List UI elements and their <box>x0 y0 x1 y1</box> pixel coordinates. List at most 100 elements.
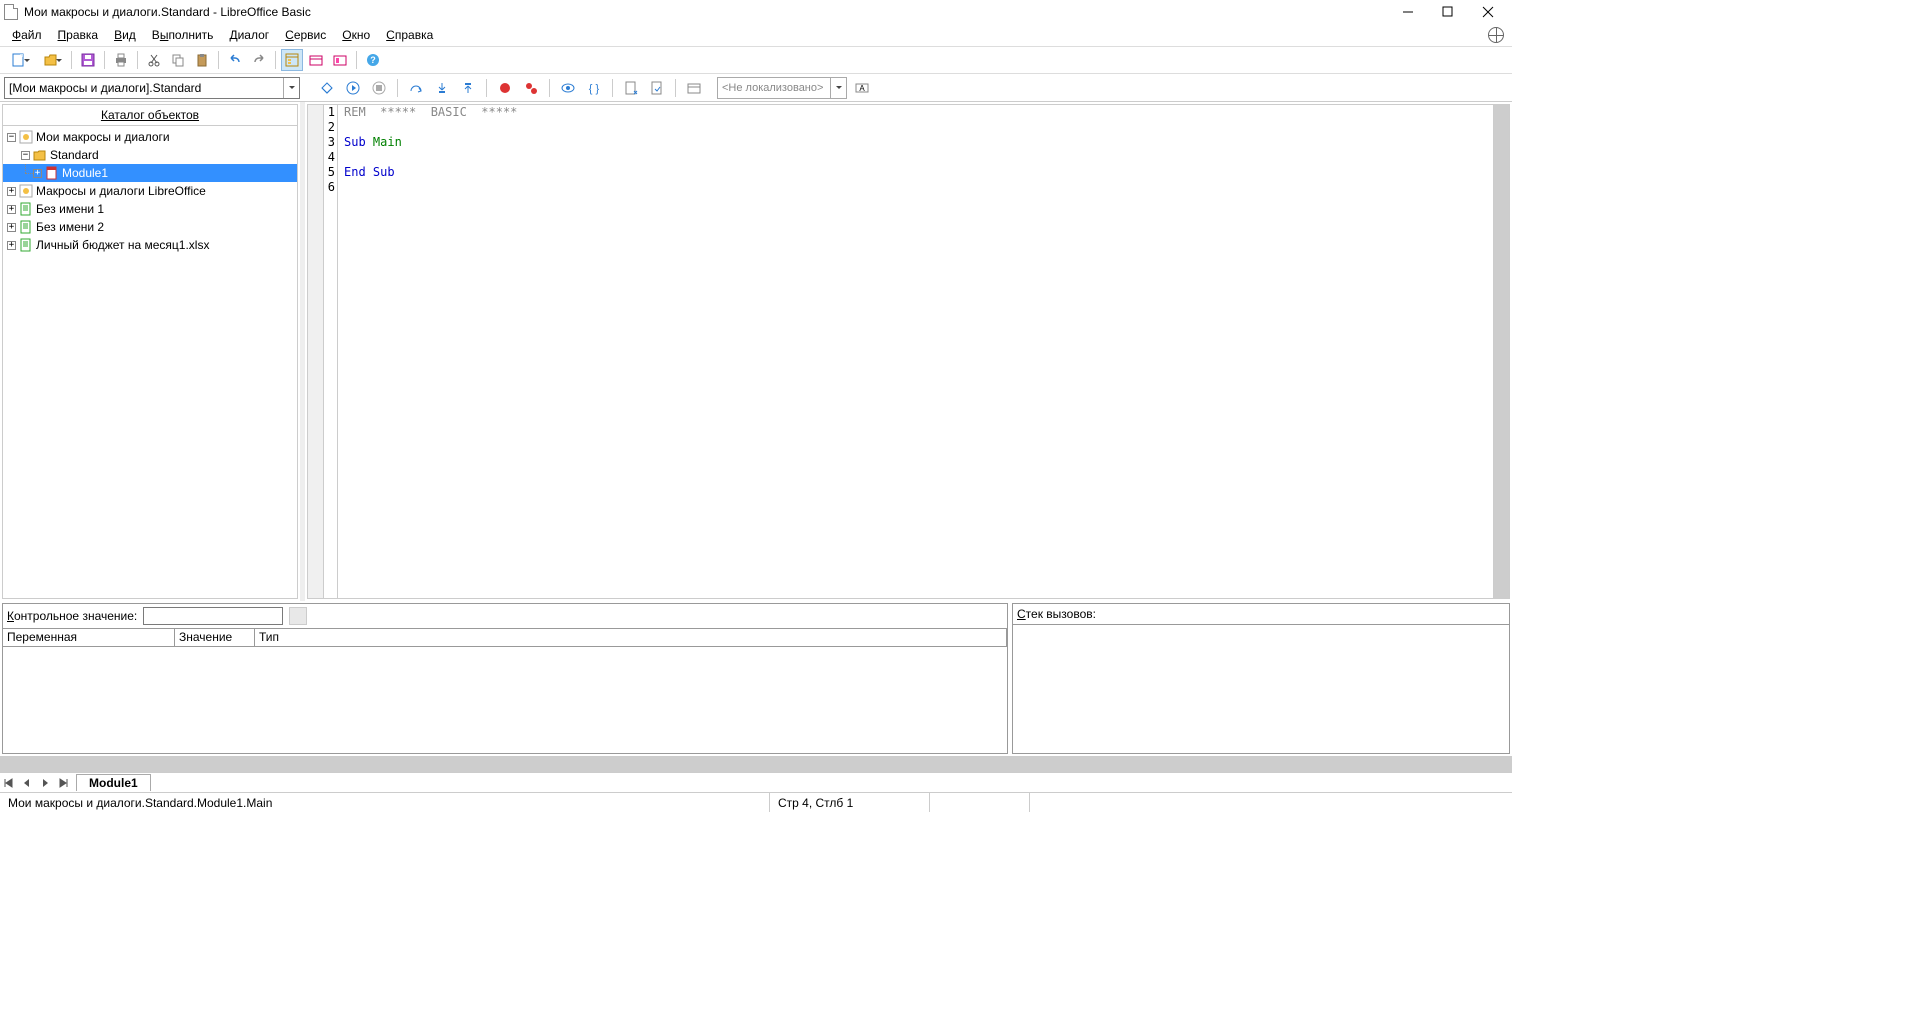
menu-window[interactable]: Окно <box>334 26 378 44</box>
tree-label: Макросы и диалоги LibreOffice <box>36 184 206 198</box>
menu-view[interactable]: Вид <box>106 26 144 44</box>
window-title: Мои макросы и диалоги.Standard - LibreOf… <box>24 5 1388 19</box>
status-path: Мои макросы и диалоги.Standard.Module1.M… <box>0 793 770 812</box>
locale-combo[interactable]: <Не локализовано> <box>717 77 847 99</box>
run-button[interactable] <box>342 77 364 99</box>
library-combo-value: [Мои макросы и диалоги].Standard <box>9 81 201 95</box>
module-icon <box>45 166 59 180</box>
menu-run[interactable]: Выполнить <box>144 26 222 44</box>
save-source-button[interactable] <box>646 77 668 99</box>
window-controls <box>1388 0 1508 24</box>
minimize-button[interactable] <box>1388 0 1428 24</box>
callstack-label: Стек вызовов: <box>1013 604 1509 624</box>
line-number-gutter: 123456 <box>324 105 338 598</box>
tab-prev-button[interactable] <box>18 774 36 792</box>
menu-file[interactable]: Файл <box>4 26 50 44</box>
bottom-panels: Контрольное значение: Переменная Значени… <box>0 601 1512 756</box>
tree-label: Мои макросы и диалоги <box>36 130 170 144</box>
toolbar-macro: [Мои макросы и диалоги].Standard { } <Не… <box>0 74 1512 102</box>
save-button[interactable] <box>77 49 99 71</box>
horizontal-scrollbar[interactable] <box>0 756 1512 772</box>
new-button[interactable] <box>4 49 34 71</box>
cut-button[interactable] <box>143 49 165 71</box>
manage-language-button[interactable]: A <box>851 77 873 99</box>
close-button[interactable] <box>1468 0 1508 24</box>
tree-label: Module1 <box>62 166 108 180</box>
tree-label: Без имени 1 <box>36 202 104 216</box>
tree-row[interactable]: − Standard <box>3 146 297 164</box>
paste-button[interactable] <box>191 49 213 71</box>
help-button[interactable]: ? <box>362 49 384 71</box>
compile-button[interactable] <box>316 77 338 99</box>
tree-row[interactable]: + Макросы и диалоги LibreOffice <box>3 182 297 200</box>
callstack-list[interactable] <box>1013 624 1509 753</box>
module-tab[interactable]: Module1 <box>76 774 151 791</box>
vertical-scrollbar[interactable] <box>1493 105 1509 598</box>
watch-col-variable[interactable]: Переменная <box>3 629 175 646</box>
menu-bar: Файл Правка Вид Выполнить Диалог Сервис … <box>0 24 1512 46</box>
step-into-button[interactable] <box>431 77 453 99</box>
tab-next-button[interactable] <box>36 774 54 792</box>
callstack-panel: Стек вызовов: <box>1012 603 1510 754</box>
expand-icon[interactable]: + <box>7 205 16 214</box>
print-button[interactable] <box>110 49 132 71</box>
tree-row[interactable]: + Личный бюджет на месяц1.xlsx <box>3 236 297 254</box>
watch-table[interactable]: Переменная Значение Тип <box>3 628 1007 753</box>
tree-label: Standard <box>50 148 99 162</box>
remove-watch-button[interactable] <box>289 607 307 625</box>
watch-button[interactable] <box>557 77 579 99</box>
menu-tools[interactable]: Сервис <box>277 26 334 44</box>
svg-text:A: A <box>859 84 865 93</box>
menu-edit[interactable]: Правка <box>50 26 107 44</box>
menu-dialog[interactable]: Диалог <box>221 26 277 44</box>
tree-row-selected[interactable]: + Module1 <box>3 164 297 182</box>
tab-last-button[interactable] <box>54 774 72 792</box>
expand-icon[interactable]: − <box>7 133 16 142</box>
step-out-button[interactable] <box>457 77 479 99</box>
breakpoint-margin[interactable] <box>308 105 324 598</box>
copy-button[interactable] <box>167 49 189 71</box>
stop-button[interactable] <box>368 77 390 99</box>
maximize-button[interactable] <box>1428 0 1468 24</box>
globe-icon[interactable] <box>1488 27 1504 43</box>
open-button[interactable] <box>36 49 66 71</box>
object-catalog-button[interactable] <box>281 49 303 71</box>
breakpoint-button[interactable] <box>494 77 516 99</box>
expand-icon[interactable]: + <box>7 223 16 232</box>
toolbar-standard: ? <box>0 46 1512 74</box>
select-macro-button[interactable] <box>305 49 327 71</box>
step-over-button[interactable] <box>405 77 427 99</box>
tree-row[interactable]: − Мои макросы и диалоги <box>3 128 297 146</box>
insert-source-button[interactable] <box>620 77 642 99</box>
library-combo[interactable]: [Мои макросы и диалоги].Standard <box>4 77 300 99</box>
import-dialog-button[interactable] <box>683 77 705 99</box>
watch-col-type[interactable]: Тип <box>255 629 1007 646</box>
watch-col-value[interactable]: Значение <box>175 629 255 646</box>
main-area: Каталог объектов − Мои макросы и диалоги… <box>0 102 1512 601</box>
editor-area: 123456 REM ***** BASIC *****Sub MainEnd … <box>305 102 1512 601</box>
manage-breakpoints-button[interactable] <box>520 77 542 99</box>
menu-help[interactable]: Справка <box>378 26 441 44</box>
redo-button[interactable] <box>248 49 270 71</box>
document-icon <box>19 238 33 252</box>
undo-button[interactable] <box>224 49 246 71</box>
chevron-down-icon[interactable] <box>283 78 299 98</box>
expand-icon[interactable]: + <box>33 169 42 178</box>
document-icon <box>19 220 33 234</box>
library-icon <box>19 184 33 198</box>
expand-icon[interactable]: − <box>21 151 30 160</box>
library-icon <box>19 130 33 144</box>
tree-row[interactable]: + Без имени 1 <box>3 200 297 218</box>
tree-label: Личный бюджет на месяц1.xlsx <box>36 238 209 252</box>
object-tree[interactable]: − Мои макросы и диалоги − Standard + Mod… <box>3 125 297 598</box>
expand-icon[interactable]: + <box>7 187 16 196</box>
find-parenthesis-button[interactable]: { } <box>583 77 605 99</box>
chevron-down-icon[interactable] <box>830 78 846 98</box>
code-editor[interactable]: REM ***** BASIC *****Sub MainEnd Sub <box>338 105 1493 598</box>
modules-button[interactable] <box>329 49 351 71</box>
watch-input[interactable] <box>143 607 283 625</box>
module-tab-bar: Module1 <box>0 772 1512 792</box>
tree-row[interactable]: + Без имени 2 <box>3 218 297 236</box>
tab-first-button[interactable] <box>0 774 18 792</box>
expand-icon[interactable]: + <box>7 241 16 250</box>
